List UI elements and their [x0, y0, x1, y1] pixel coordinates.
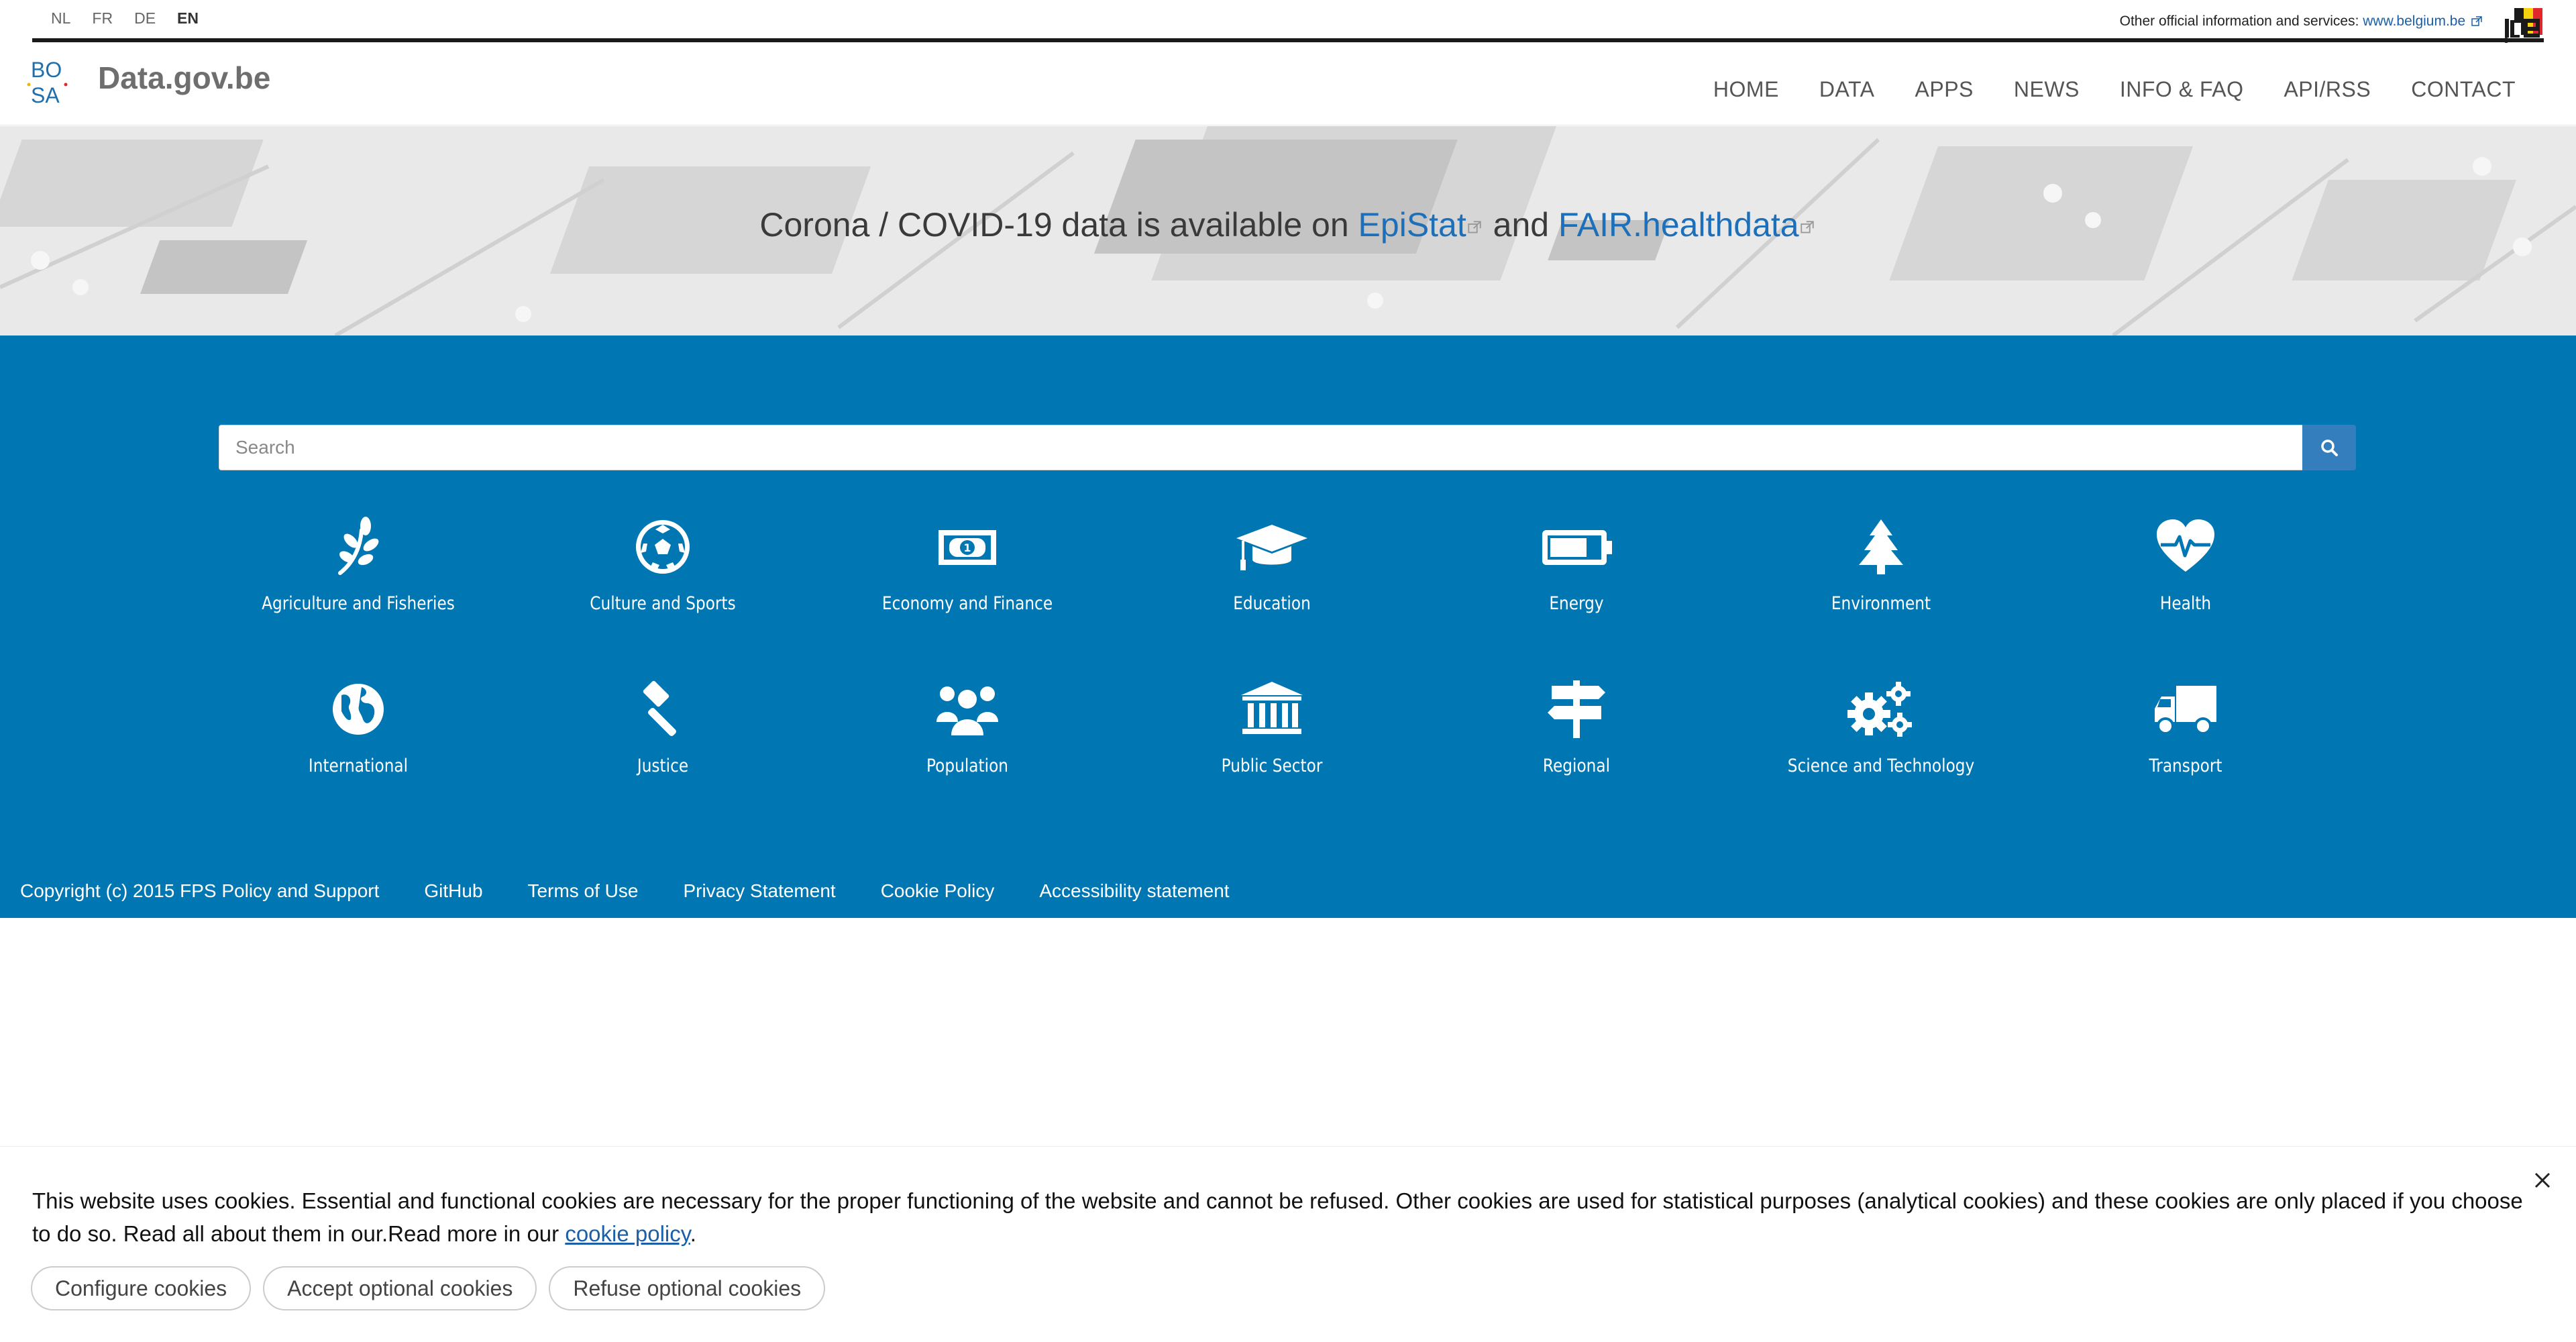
external-link-icon: [1468, 221, 1481, 234]
search-button[interactable]: [2302, 425, 2356, 470]
search-input[interactable]: [219, 425, 2302, 470]
category-education[interactable]: Education: [1131, 517, 1413, 614]
official-info-text: Other official information and services:: [2119, 13, 2359, 29]
nav-contact[interactable]: CONTACT: [2411, 77, 2516, 102]
top-bar: NL FR DE EN Other official information a…: [0, 0, 2576, 43]
nav-news[interactable]: NEWS: [2014, 77, 2080, 102]
gavel-icon: [643, 680, 676, 736]
gears-icon: [1847, 682, 1912, 737]
nav-data[interactable]: DATA: [1819, 77, 1875, 102]
category-label: International: [308, 756, 409, 776]
category-label: Justice: [637, 756, 689, 776]
cookie-actions: Configure cookies Accept optional cookie…: [31, 1266, 826, 1310]
language-switcher: NL FR DE EN: [51, 9, 199, 28]
footer-link-github[interactable]: GitHub: [424, 880, 482, 902]
accept-cookies-button[interactable]: Accept optional cookies: [263, 1266, 537, 1310]
category-label: Energy: [1549, 593, 1604, 614]
tree-icon: [1859, 519, 1903, 574]
nav-home[interactable]: HOME: [1713, 77, 1779, 102]
main-nav: HOME DATA APPS NEWS INFO & FAQ API/RSS C…: [1713, 77, 2516, 102]
category-agriculture[interactable]: Agriculture and Fisheries: [217, 517, 499, 614]
svg-text:SA: SA: [31, 83, 60, 107]
institution-icon: [1241, 682, 1303, 734]
copyright: Copyright (c) 2015 FPS Policy and Suppor…: [20, 880, 380, 901]
svg-text:BO: BO: [31, 58, 62, 82]
category-label: Health: [2159, 593, 2212, 614]
category-economy-finance[interactable]: 1 Economy and Finance: [826, 517, 1108, 614]
svg-text:1: 1: [963, 541, 971, 554]
hero-banner: Corona / COVID-19 data is available on E…: [0, 126, 2576, 336]
heartbeat-icon: [2157, 519, 2214, 572]
external-link-icon: [2471, 16, 2482, 27]
site-header: BO SA Data.gov.be HOME DATA APPS NEWS IN…: [0, 42, 2576, 125]
cookie-text: This website uses cookies. Essential and…: [32, 1188, 2523, 1246]
footer-link-terms[interactable]: Terms of Use: [528, 880, 639, 902]
lang-nl[interactable]: NL: [51, 9, 70, 28]
category-public-sector[interactable]: Public Sector: [1131, 679, 1413, 776]
category-label: Culture and Sports: [590, 593, 736, 614]
refuse-cookies-button[interactable]: Refuse optional cookies: [549, 1266, 826, 1310]
category-justice[interactable]: Justice: [522, 679, 804, 776]
categories-section: Agriculture and Fisheries Culture and Sp…: [0, 336, 2576, 918]
site-title[interactable]: Data.gov.be: [98, 60, 270, 96]
nav-info-faq[interactable]: INFO & FAQ: [2120, 77, 2244, 102]
category-regional[interactable]: Regional: [1436, 679, 1717, 776]
category-culture-sports[interactable]: Culture and Sports: [522, 517, 804, 614]
category-label: Transport: [2149, 756, 2222, 776]
category-label: Economy and Finance: [881, 593, 1053, 614]
footer: Copyright (c) 2015 FPS Policy and Suppor…: [20, 880, 1230, 902]
category-label: Environment: [1831, 593, 1931, 614]
epistat-link[interactable]: EpiStat: [1358, 206, 1466, 244]
category-energy[interactable]: Energy: [1436, 517, 1717, 614]
category-health[interactable]: Health: [2045, 517, 2326, 614]
footer-link-privacy[interactable]: Privacy Statement: [683, 880, 835, 902]
footer-link-cookie-policy[interactable]: Cookie Policy: [881, 880, 995, 902]
signpost-icon: [1548, 680, 1605, 738]
nav-api-rss[interactable]: API/RSS: [2284, 77, 2371, 102]
nav-apps[interactable]: APPS: [1915, 77, 1974, 102]
category-international[interactable]: International: [217, 679, 499, 776]
category-environment[interactable]: Environment: [1740, 517, 2022, 614]
configure-cookies-button[interactable]: Configure cookies: [31, 1266, 252, 1310]
covid-notice: Corona / COVID-19 data is available on E…: [0, 205, 2576, 244]
external-link-icon: [1800, 221, 1814, 234]
leaf-icon: [338, 517, 379, 575]
people-icon: [936, 686, 998, 735]
cookie-policy-link[interactable]: cookie policy: [565, 1221, 690, 1246]
lang-de[interactable]: DE: [134, 9, 156, 28]
category-label: Population: [926, 756, 1008, 776]
belgium-link[interactable]: www.belgium.be: [2363, 13, 2465, 29]
category-transport[interactable]: Transport: [2045, 679, 2326, 776]
battery-icon: [1542, 530, 1612, 565]
cookie-text-end: .: [690, 1221, 696, 1246]
search-bar: [219, 425, 2356, 470]
category-label: Education: [1233, 593, 1311, 614]
covid-notice-text: Corona / COVID-19 data is available on: [759, 206, 1349, 244]
category-label: Regional: [1542, 756, 1611, 776]
bosa-logo[interactable]: BO SA: [27, 54, 71, 108]
category-science-technology[interactable]: Science and Technology: [1740, 679, 2022, 776]
banknote-icon: 1: [938, 530, 996, 565]
fair-healthdata-link[interactable]: FAIR.healthdata: [1558, 206, 1799, 244]
cookie-message: This website uses cookies. Essential and…: [32, 1184, 2528, 1250]
lang-en[interactable]: EN: [177, 9, 199, 28]
close-icon[interactable]: [2533, 1171, 2552, 1190]
graduation-cap-icon: [1236, 525, 1307, 570]
official-info: Other official information and services:…: [2120, 13, 2482, 30]
cookie-banner: This website uses cookies. Essential and…: [0, 1146, 2576, 1342]
category-label: Science and Technology: [1787, 756, 1975, 776]
search-icon: [2321, 440, 2338, 456]
lang-fr[interactable]: FR: [92, 9, 113, 28]
globe-icon: [333, 684, 384, 735]
covid-notice-and: and: [1493, 206, 1550, 244]
category-label: Agriculture and Fisheries: [262, 593, 455, 614]
category-population[interactable]: Population: [826, 679, 1108, 776]
soccer-ball-icon: [636, 520, 690, 574]
truck-icon: [2155, 686, 2216, 735]
footer-link-accessibility[interactable]: Accessibility statement: [1039, 880, 1229, 902]
category-label: Public Sector: [1221, 756, 1323, 776]
